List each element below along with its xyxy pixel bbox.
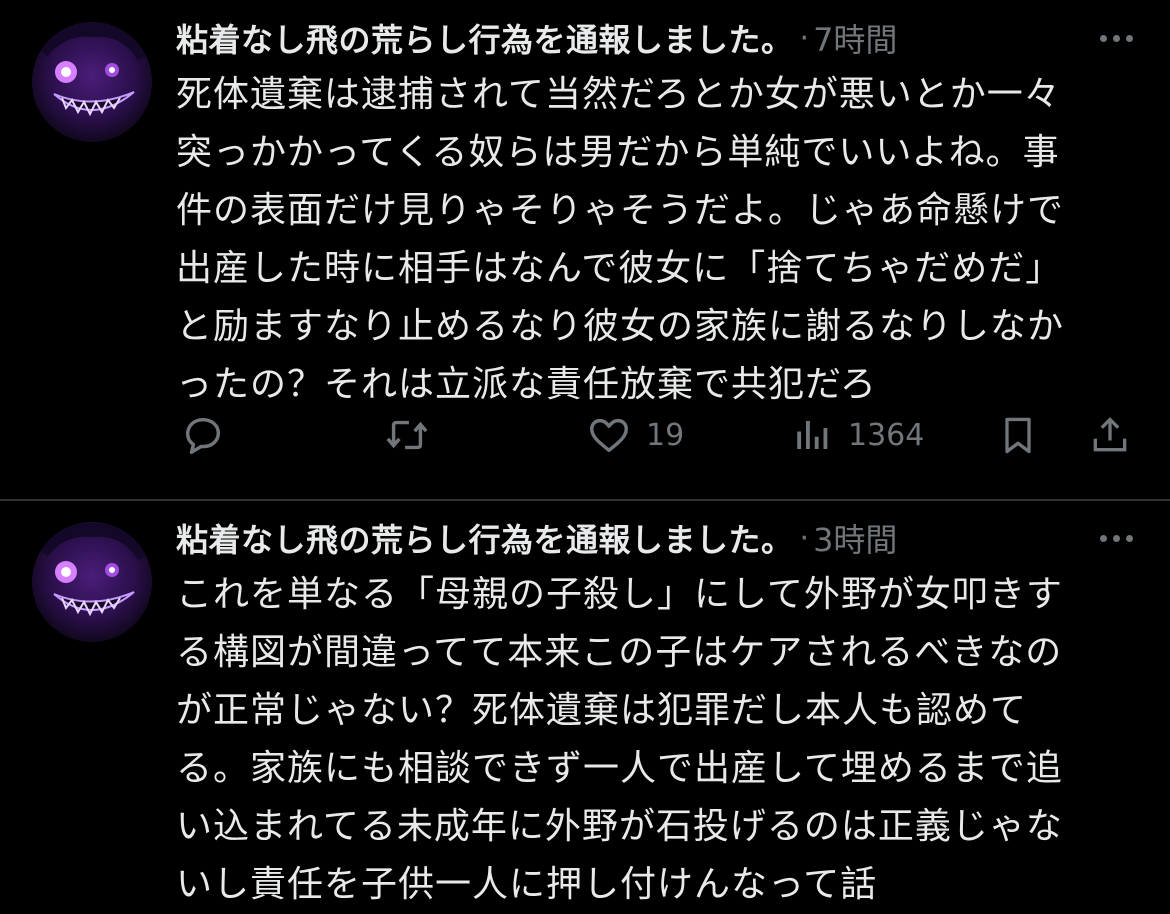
reply-button[interactable]	[180, 405, 226, 465]
more-dot	[1125, 534, 1133, 542]
timestamp[interactable]: 7時間	[813, 15, 897, 61]
author-name[interactable]: 粘着なし飛の荒らし行為を通報しました。	[176, 515, 794, 561]
share-button[interactable]	[1088, 405, 1132, 465]
tweet-text-line: 出産した時に相手はなんで彼女に「捨てちゃだめだ」	[176, 248, 1063, 289]
tweet-2[interactable]: 粘着なし飛の荒らし行為を通報しました。 · 3時間 これを単なる「母親の子殺し」…	[0, 500, 1170, 911]
view-count: 1364	[848, 417, 925, 453]
tweet-1[interactable]: 粘着なし飛の荒らし行為を通報しました。 · 7時間 死体遺棄は逮捕されて当然だろ…	[0, 0, 1170, 500]
separator: ·	[799, 520, 810, 556]
tweet-text-line: 突っかかってくる奴らは男だから単純でいいよね。事	[176, 132, 1060, 173]
tweet-text-line: と励ますなり止めるなり彼女の家族に謝るなりしなか	[176, 306, 1065, 347]
tweet-header: 粘着なし飛の荒らし行為を通報しました。 · 3時間	[176, 516, 1136, 560]
more-dot	[1112, 34, 1120, 42]
tweet-text-line: 死体遺棄は逮捕されて当然だろとか女が悪いとか一々	[176, 74, 1061, 115]
more-dot	[1125, 34, 1133, 42]
tweet-text-line: が正常じゃない？死体遺棄は犯罪だし本人も認めて	[176, 690, 1028, 731]
tweet-text-line: い込まれてる未成年に外野が石投げるのは正義じゃな	[176, 806, 1063, 847]
like-count: 19	[646, 417, 685, 453]
avatar-face-icon	[32, 22, 152, 142]
author-name[interactable]: 粘着なし飛の荒らし行為を通報しました。	[176, 15, 794, 61]
like-button[interactable]: 19	[586, 405, 684, 465]
tweet-text-line: る。家族にも相談できず一人で出産して埋めるまで追	[176, 748, 1063, 789]
more-options-button[interactable]	[1092, 516, 1140, 560]
heart-icon	[590, 418, 628, 453]
more-dot	[1112, 534, 1120, 542]
bookmark-button[interactable]	[996, 405, 1040, 465]
tweet-text: これを単なる「母親の子殺し」にして外野が女叩きす る構図が間違ってて本来この子は…	[176, 566, 1136, 914]
avatar[interactable]	[32, 22, 152, 142]
retweet-button[interactable]	[382, 405, 432, 465]
bookmark-icon	[1005, 417, 1031, 454]
tweet-text-line: る構図が間違ってて本来この子はケアされるべきなの	[176, 632, 1063, 673]
more-dot	[1099, 34, 1107, 42]
tweet-text: 死体遺棄は逮捕されて当然だろとか女が悪いとか一々 突っかかってくる奴らは男だから…	[176, 66, 1136, 414]
more-dot	[1099, 534, 1107, 542]
tweet-text-line: 件の表面だけ見りゃそりゃそうだよ。じゃあ命懸けで	[176, 190, 1065, 231]
separator: ·	[799, 20, 810, 56]
avatar-face-icon	[32, 522, 152, 642]
views-button[interactable]: 1364	[792, 405, 924, 465]
tweet-text-line: これを単なる「母親の子殺し」にして外野が女叩きす	[176, 574, 1063, 615]
retweet-icon	[386, 420, 428, 450]
timestamp[interactable]: 3時間	[813, 515, 897, 561]
more-options-button[interactable]	[1092, 16, 1140, 60]
reply-icon	[185, 417, 221, 454]
avatar[interactable]	[32, 522, 152, 642]
tweet-text-line: いし責任を子供一人に押し付けんなって話	[176, 864, 878, 905]
action-bar: 19 1364	[0, 405, 1170, 465]
tweet-header: 粘着なし飛の荒らし行為を通報しました。 · 7時間	[176, 16, 1136, 60]
share-icon	[1093, 417, 1127, 452]
views-icon	[797, 421, 828, 449]
